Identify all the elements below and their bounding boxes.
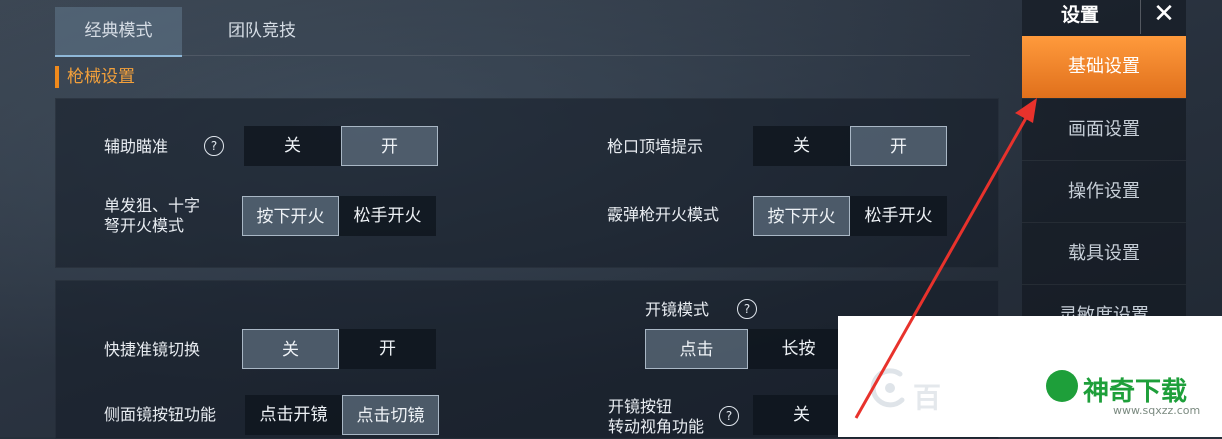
annotation-arrow — [854, 98, 1037, 419]
